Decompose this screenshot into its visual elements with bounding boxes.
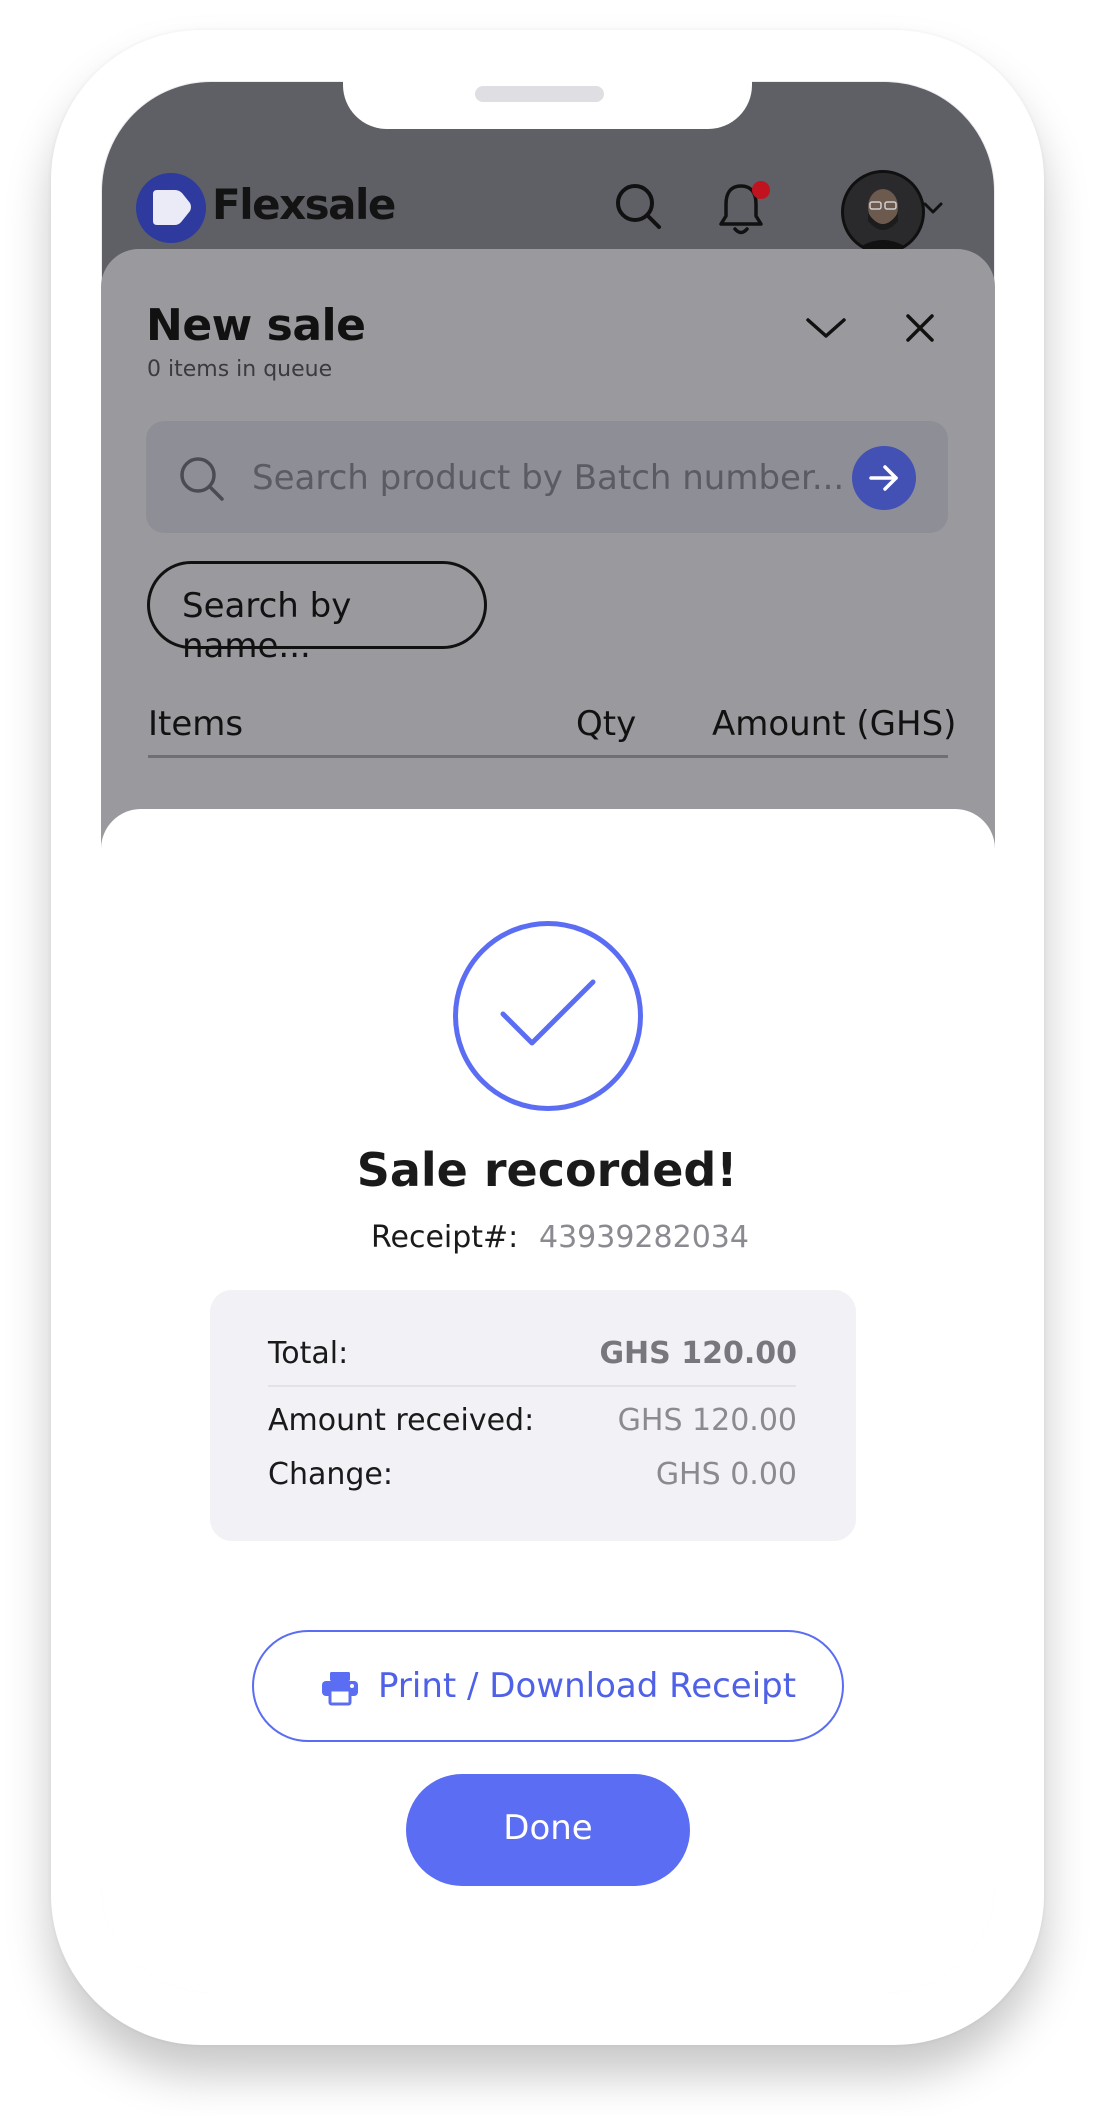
column-header-items: Items [148, 704, 244, 744]
chevron-down-icon[interactable] [922, 200, 944, 216]
receipt-number: 43939282034 [539, 1220, 749, 1255]
search-field-icon [180, 457, 224, 501]
change-value: GHS 0.00 [655, 1457, 797, 1492]
search-by-name-label: Search by name... [182, 586, 352, 666]
printer-icon [322, 1672, 358, 1706]
brand-name: Flexsale [212, 180, 396, 229]
done-label: Done [503, 1808, 593, 1848]
close-icon[interactable] [904, 312, 936, 344]
success-check-icon [453, 921, 643, 1111]
search-placeholder: Search product by Batch number... [252, 458, 845, 498]
column-header-amount: Amount (GHS) [712, 704, 957, 744]
print-receipt-button[interactable]: Print / Download Receipt [252, 1630, 844, 1742]
amount-received-label: Amount received: [268, 1403, 535, 1438]
receipt-label: Receipt#: [371, 1220, 519, 1255]
queue-count: 0 items in queue [147, 357, 333, 382]
search-icon[interactable] [614, 182, 664, 232]
table-header-divider [148, 755, 948, 758]
collapse-chevron-icon[interactable] [804, 314, 848, 342]
done-button[interactable]: Done [406, 1774, 690, 1886]
search-by-name-button[interactable]: Search by name... [147, 561, 487, 666]
print-receipt-label: Print / Download Receipt [378, 1666, 797, 1706]
notification-dot [752, 181, 770, 199]
total-value: GHS 120.00 [599, 1336, 797, 1371]
search-submit-button[interactable] [852, 446, 916, 510]
page-title: New sale [146, 300, 366, 351]
summary-divider [268, 1385, 796, 1387]
brand-logo-icon [136, 173, 206, 243]
column-header-qty: Qty [576, 704, 637, 744]
phone-speaker [475, 86, 604, 102]
modal-title: Sale recorded! [356, 1143, 738, 1197]
change-label: Change: [268, 1457, 393, 1492]
amount-received-value: GHS 120.00 [617, 1403, 797, 1438]
total-label: Total: [268, 1336, 349, 1371]
avatar[interactable] [841, 170, 925, 254]
